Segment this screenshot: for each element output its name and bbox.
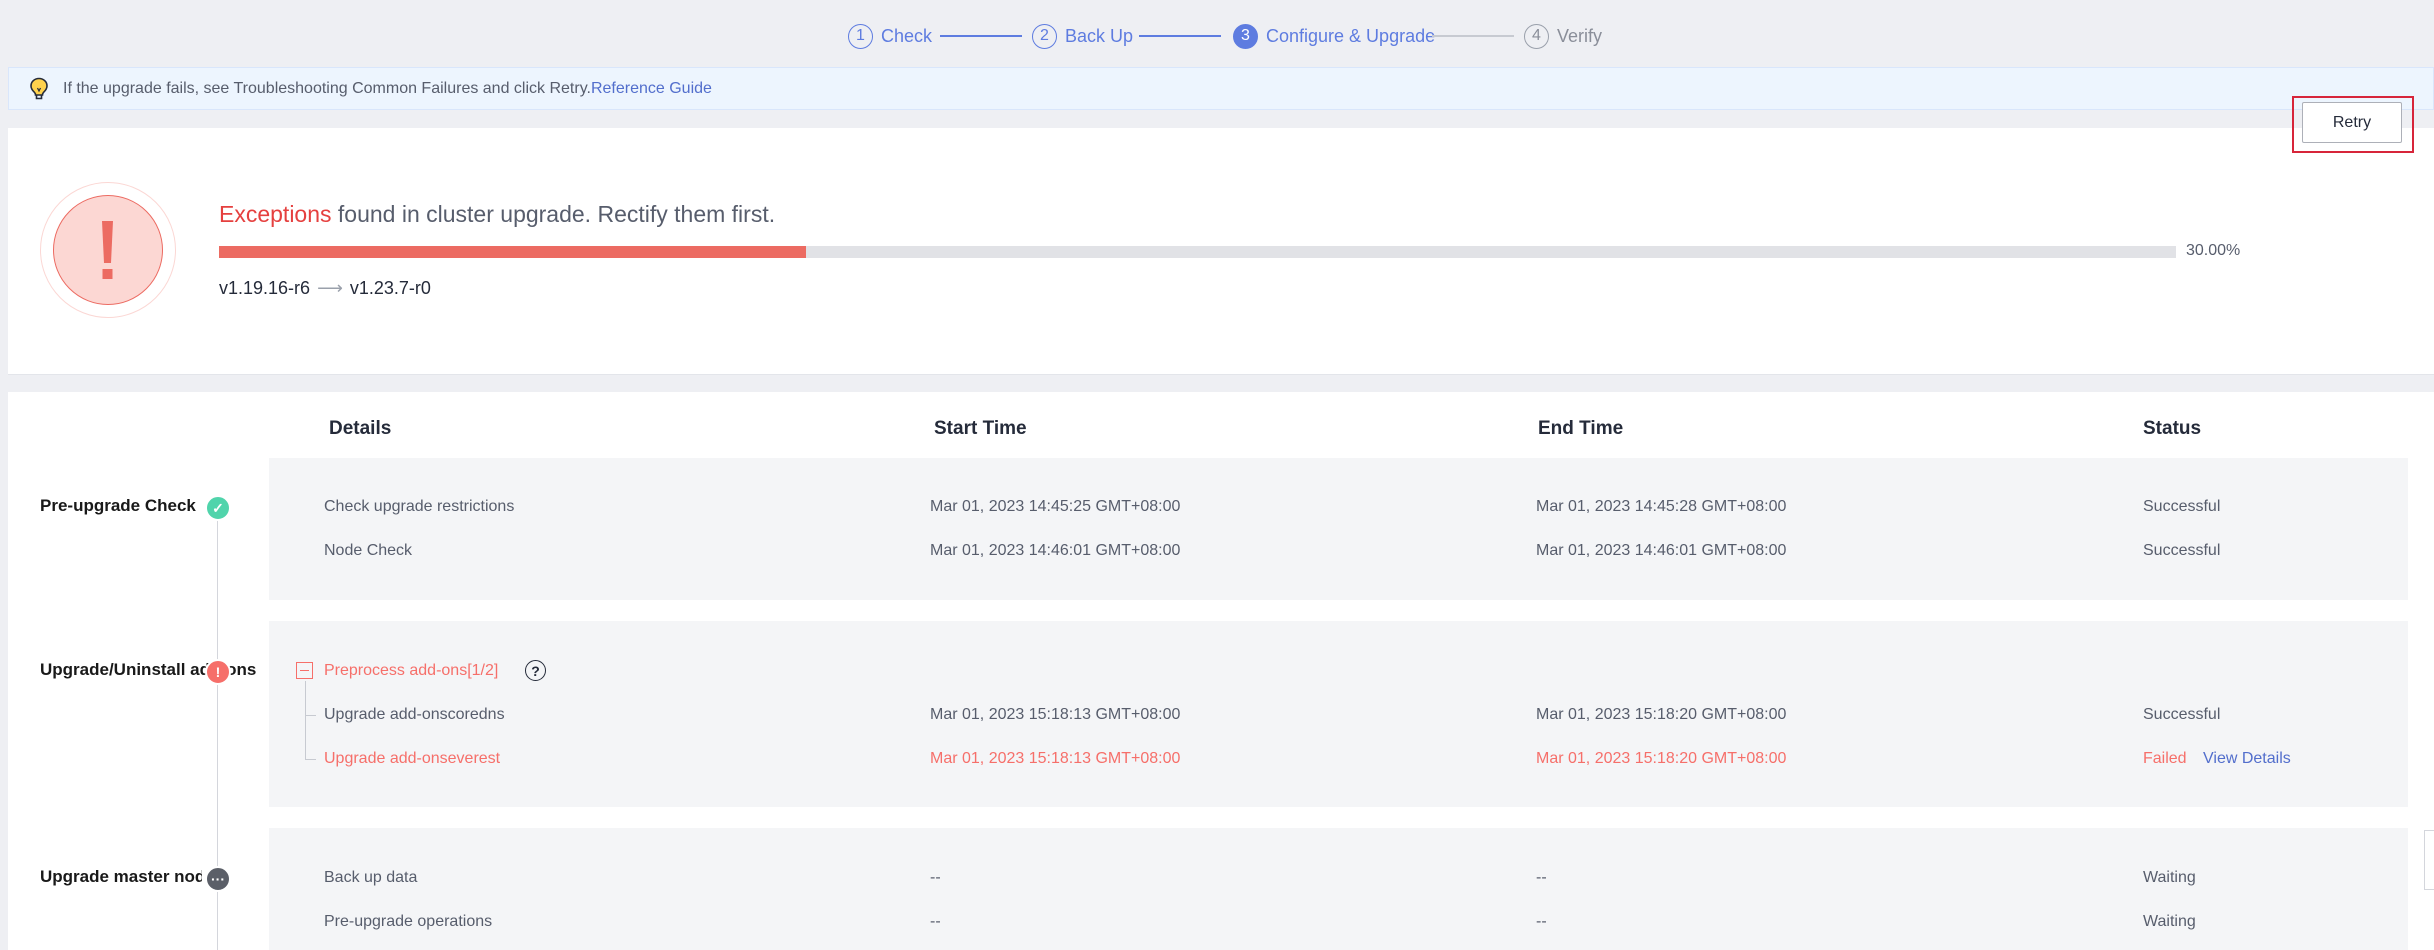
- row-start-time: --: [930, 869, 941, 886]
- stage-name: Upgrade/Uninstall add-ons: [40, 660, 257, 679]
- collapse-icon[interactable]: [296, 662, 313, 679]
- row-detail: Check upgrade restrictions: [324, 498, 515, 515]
- step-check[interactable]: 1 Check: [848, 22, 932, 50]
- side-panel-handle[interactable]: [2424, 830, 2434, 890]
- row-start-time: Mar 01, 2023 15:18:13 GMT+08:00: [930, 706, 1181, 723]
- column-header-end-time: End Time: [1538, 418, 1624, 439]
- row-detail: Pre-upgrade operations: [324, 913, 493, 930]
- row-start-time: Mar 01, 2023 14:45:25 GMT+08:00: [930, 498, 1181, 515]
- step-label: Verify: [1557, 25, 1603, 46]
- exclamation-icon: [53, 195, 163, 305]
- row-status: Successful: [2143, 542, 2221, 559]
- row-end-time: --: [1536, 869, 1547, 886]
- upgrade-progress-card: Exceptions found in cluster upgrade. Rec…: [8, 128, 2434, 375]
- exception-word: Exceptions: [219, 201, 332, 227]
- tree-branch: [305, 715, 316, 716]
- row-status: Waiting: [2143, 869, 2196, 886]
- upgrade-progress-bar: [219, 246, 2176, 258]
- stage-group-master-nodes: [269, 828, 2408, 950]
- step-number: 1: [848, 23, 873, 49]
- step-connector: [1139, 35, 1221, 37]
- row-detail: Upgrade add-onscoredns: [324, 706, 505, 723]
- step-connector: [1432, 35, 1514, 37]
- stage-name: Upgrade master nodes: [40, 867, 202, 886]
- step-verify[interactable]: 4 Verify: [1524, 22, 1602, 50]
- stage-name: Pre-upgrade Check: [40, 496, 196, 515]
- row-start-time: Mar 01, 2023 14:46:01 GMT+08:00: [930, 542, 1181, 559]
- upgrade-notice: If the upgrade fails, see Troubleshootin…: [8, 67, 2434, 110]
- step-connector: [940, 35, 1022, 37]
- column-header-details: Details: [329, 418, 392, 439]
- step-number: 4: [1524, 23, 1549, 49]
- upgrade-progress-fill: [219, 246, 807, 258]
- row-status: Successful: [2143, 706, 2221, 723]
- step-back-up[interactable]: 2 Back Up: [1032, 22, 1133, 50]
- progress-percent: 30.00%: [2186, 242, 2241, 259]
- tree-line: [305, 681, 306, 759]
- group-label-preprocess-addons[interactable]: Preprocess add-ons[1/2]: [324, 662, 498, 680]
- step-number: 2: [1032, 23, 1057, 49]
- step-configure-upgrade[interactable]: 3 Configure & Upgrade: [1233, 22, 1435, 50]
- step-label: Back Up: [1065, 25, 1134, 46]
- lightbulb-icon: [30, 77, 48, 99]
- row-end-time: Mar 01, 2023 14:45:28 GMT+08:00: [1536, 498, 1787, 515]
- step-label: Check: [881, 25, 933, 46]
- version-to: v1.23.7-r0: [349, 278, 431, 298]
- version-from: v1.19.16-r6: [219, 278, 311, 298]
- exception-message: Exceptions found in cluster upgrade. Rec…: [219, 201, 775, 228]
- tree-branch: [305, 759, 316, 760]
- success-check-icon: ✓: [205, 495, 231, 521]
- row-start-time: --: [930, 913, 941, 930]
- column-header-start-time: Start Time: [934, 418, 1027, 439]
- upgrade-steps: 1 Check 2 Back Up 3 Configure & Upgrade …: [0, 0, 2434, 62]
- column-header-status: Status: [2143, 418, 2202, 439]
- row-detail: Upgrade add-onseverest: [324, 750, 501, 767]
- exception-message-rest: found in cluster upgrade. Rectify them f…: [331, 201, 776, 227]
- reference-guide-link[interactable]: Reference Guide: [591, 80, 712, 98]
- notice-text: If the upgrade fails, see Troubleshootin…: [63, 79, 591, 97]
- row-status: Successful: [2143, 498, 2221, 515]
- row-end-time: --: [1536, 913, 1547, 930]
- waiting-ellipsis-icon: ···: [205, 866, 231, 892]
- help-icon[interactable]: ?: [525, 660, 546, 681]
- row-status: Failed: [2143, 750, 2187, 767]
- row-end-time: Mar 01, 2023 15:18:20 GMT+08:00: [1536, 706, 1787, 723]
- step-number: 3: [1233, 23, 1258, 49]
- error-exclamation-icon: !: [205, 659, 231, 685]
- arrow-right-icon: ⟶: [317, 278, 343, 298]
- step-label: Configure & Upgrade: [1266, 25, 1436, 46]
- retry-button[interactable]: Retry: [2302, 102, 2402, 143]
- row-end-time: Mar 01, 2023 15:18:20 GMT+08:00: [1536, 750, 1787, 767]
- view-details-link[interactable]: View Details: [2203, 750, 2291, 768]
- row-end-time: Mar 01, 2023 14:46:01 GMT+08:00: [1536, 542, 1787, 559]
- stage-group-addons: [269, 621, 2408, 807]
- version-change: v1.19.16-r6 ⟶ v1.23.7-r0: [219, 278, 431, 299]
- stage-group-pre-upgrade-check: [269, 458, 2408, 600]
- row-start-time: Mar 01, 2023 15:18:13 GMT+08:00: [930, 750, 1181, 767]
- row-detail: Back up data: [324, 869, 418, 886]
- row-detail: Node Check: [324, 542, 413, 559]
- row-status: Waiting: [2143, 913, 2196, 930]
